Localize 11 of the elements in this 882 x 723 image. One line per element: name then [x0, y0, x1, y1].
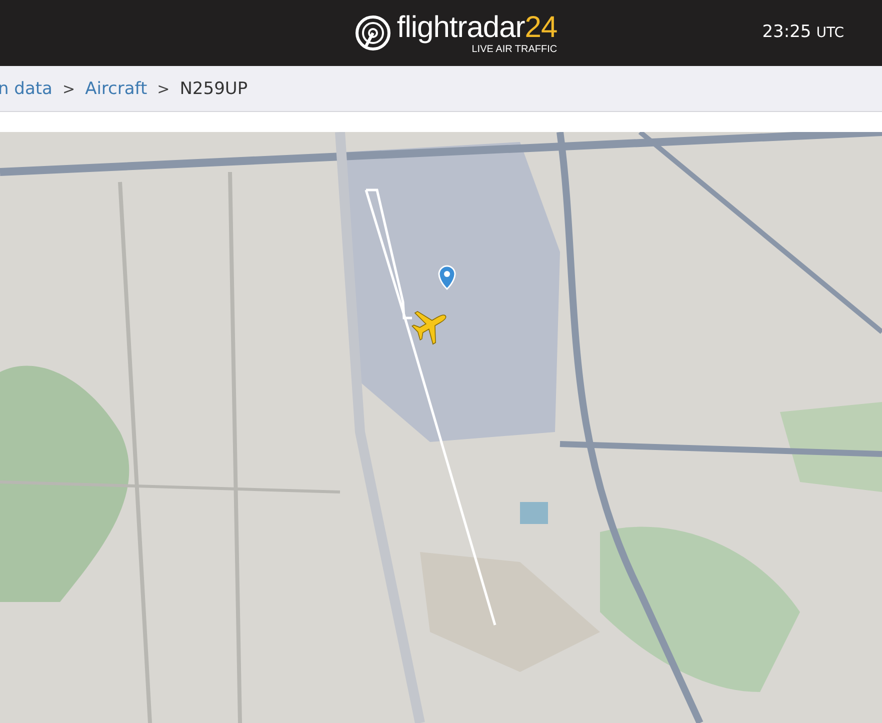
radar-logo-icon: [354, 15, 391, 51]
time-zone: UTC: [816, 25, 844, 41]
location-pin-icon: [438, 265, 456, 290]
breadcrumb-link[interactable]: Aircraft: [85, 78, 148, 98]
clock-time: 23:25: [762, 22, 812, 42]
logo-wordmark: flightradar24: [396, 12, 558, 44]
breadcrumb-separator: >: [157, 80, 170, 98]
breadcrumb-current: N259UP: [180, 78, 248, 98]
breadcrumb-separator: >: [62, 80, 76, 98]
logo-tagline: LIVE AIR TRAFFIC: [472, 44, 558, 54]
airplane-icon: [412, 311, 446, 344]
